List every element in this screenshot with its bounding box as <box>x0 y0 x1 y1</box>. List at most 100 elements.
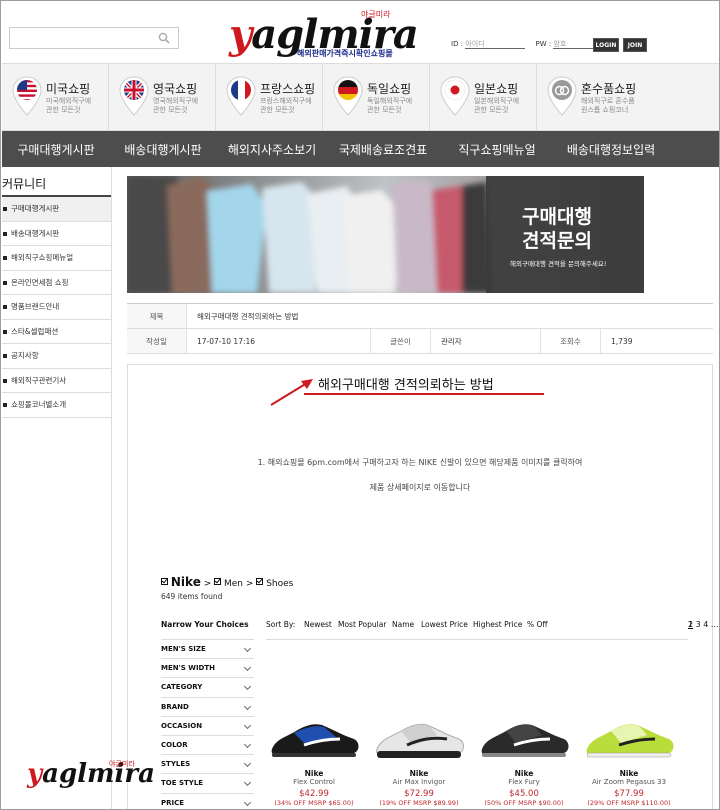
product-msrp: (34% OFF MSRP $65.00) <box>274 799 354 807</box>
content-paragraph-2: 제품 상세페이지로 이동합니다 <box>369 483 471 492</box>
footer-logo[interactable]: yaglmira 야글미라 <box>27 759 155 799</box>
nav-shopping-manual[interactable]: 직구쇼핑메뉴얼 <box>438 141 556 158</box>
product-brand: Nike <box>409 769 429 778</box>
sort-option[interactable]: Name <box>392 620 414 629</box>
article-views: 1,739 <box>611 337 633 346</box>
product-card[interactable]: Nike Air Max Invigor $72.99 (19% OFF MSR… <box>371 709 467 807</box>
banner-panel: 구매대행 견적문의 해외구매대행 견적을 문의해주세요! <box>486 176 644 293</box>
sidebar-item[interactable]: 해외직구쇼핑메뉴얼 <box>2 246 111 271</box>
join-button[interactable]: JOIN <box>623 38 647 52</box>
shoe-image <box>586 724 674 758</box>
sort-option[interactable]: Newest <box>304 620 332 629</box>
shoe-image <box>481 724 569 757</box>
usa-flag-icon <box>12 76 42 116</box>
banner-title-2: 견적문의 <box>522 230 592 252</box>
sort-label: Sort By: <box>266 620 296 629</box>
nav-shipping-info[interactable]: 배송대행정보입력 <box>556 141 666 158</box>
country-france[interactable]: 프랑스쇼핑 프랑스해외직구에 관한 모든것 <box>216 64 323 130</box>
country-nav: 미국쇼핑 미국해외직구에관한 모든것 영국쇼핑 영국해외직구에관한 모든것 <box>2 63 719 131</box>
sidebar-item[interactable]: 온라인면세점 쇼핑 <box>2 271 111 295</box>
country-desc: 영국해외직구에 관한 모든것 <box>153 97 199 114</box>
country-name: 영국쇼핑 <box>153 82 198 96</box>
product-card[interactable]: Nike Flex Control $42.99 (34% OFF MSRP $… <box>266 709 362 807</box>
content-heading: 해외구매대행 견적의뢰하는 방법 <box>318 378 494 393</box>
shop-breadcrumb: Nike > Men > Shoes <box>161 575 293 589</box>
product-model: Air Zoom Pegasus 33 <box>591 778 667 786</box>
country-desc: 해외직구로 혼수품 원스톱 쇼핑코너 <box>581 97 635 114</box>
sidebar-divider <box>111 167 112 809</box>
sort-option[interactable]: % Off <box>527 620 548 629</box>
country-germany[interactable]: 독일쇼핑 독일해외직구에 관한 모든것 <box>323 64 430 130</box>
nav-shipping-rates[interactable]: 국제배송료조견표 <box>328 141 438 158</box>
sidebar-item[interactable]: 해외직구관련기사 <box>2 369 111 393</box>
checkbox-icon <box>214 578 222 585</box>
page-links: 2 3 4 ... 7 › <box>688 620 719 629</box>
login-button[interactable]: LOGIN <box>593 38 619 52</box>
logo-korean: 야글미라 <box>361 10 391 19</box>
sidebar-item[interactable]: 스타&셀럽패션 <box>2 320 111 344</box>
main-nav: 구매대행게시판 배송대행게시판 해외지사주소보기 국제배송료조견표 직구쇼핑메뉴… <box>2 131 719 167</box>
filter-item[interactable]: STYLES <box>161 754 254 773</box>
banner-subtitle: 해외구매대행 견적을 문의해주세요! <box>510 260 607 268</box>
sidebar-item[interactable]: 쇼핑몰코너별소개 <box>2 393 111 418</box>
sidebar-item[interactable]: 명품브랜드안내 <box>2 295 111 320</box>
product-msrp: (29% OFF MSRP $110.00) <box>587 799 671 807</box>
sort-bar: Sort By: Newest Most Popular Name Lowest… <box>266 620 719 640</box>
product-price: $42.99 <box>299 789 329 799</box>
page-frame: yaglmira 야글미라 해외판매가격즉시확인쇼핑몰 ID : 아이디 PW … <box>0 0 720 810</box>
product-brand: Nike <box>304 769 324 778</box>
uk-flag-icon <box>119 76 149 116</box>
filter-item[interactable]: MEN'S SIZE <box>161 639 254 658</box>
filter-item[interactable]: OCCASION <box>161 715 254 735</box>
filter-item[interactable]: TOE STYLE <box>161 773 254 792</box>
product-card[interactable]: Nike Air Zoom Pegasus 33 $77.99 (29% OFF… <box>581 709 677 807</box>
country-uk[interactable]: 영국쇼핑 영국해외직구에 관한 모든것 <box>109 64 216 130</box>
nav-branch-address[interactable]: 해외지사주소보기 <box>216 141 328 158</box>
crumb-shoes[interactable]: Shoes <box>266 579 293 589</box>
checkbox-icon <box>256 578 264 585</box>
product-card[interactable]: Nike Flex Fury $45.00 (50% OFF MSRP $90.… <box>476 709 572 807</box>
date-label: 작성일 <box>127 329 187 353</box>
country-usa[interactable]: 미국쇼핑 미국해외직구에 관한 모든것 <box>2 64 109 130</box>
germany-flag-icon <box>333 76 363 116</box>
nav-shipping-board[interactable]: 배송대행게시판 <box>110 141 216 158</box>
checkbox-icon <box>161 578 168 585</box>
product-model: Air Max Invigor <box>392 778 446 786</box>
sort-option[interactable]: Highest Price <box>473 620 522 629</box>
id-label: ID : <box>451 40 464 48</box>
filter-item[interactable]: BRAND <box>161 696 254 716</box>
country-japan[interactable]: 일본쇼핑 일본해외직구에 관한 모든것 <box>430 64 537 130</box>
pw-label: PW : <box>535 40 552 48</box>
search-box[interactable] <box>9 27 179 51</box>
crumb-men[interactable]: Men <box>224 579 243 589</box>
article-date: 17-07-10 17:16 <box>187 329 371 353</box>
red-arrow-icon <box>270 379 313 406</box>
france-flag-icon <box>226 76 256 116</box>
heading-underline <box>304 393 544 395</box>
banner-title-1: 구매대행 <box>522 206 592 228</box>
sidebar-item[interactable]: 공지사항 <box>2 344 111 369</box>
id-field[interactable]: 아이디 <box>465 39 526 49</box>
filter-item[interactable]: COLOR <box>161 734 254 754</box>
nav-purchase-board[interactable]: 구매대행게시판 <box>2 141 110 158</box>
search-input[interactable] <box>10 30 150 51</box>
filter-item[interactable]: MEN'S WIDTH <box>161 658 254 677</box>
sidebar-title: 커뮤니티 <box>2 173 111 197</box>
subject-label: 제목 <box>127 304 187 328</box>
product-msrp: (19% OFF MSRP $89.99) <box>379 799 459 807</box>
country-desc: 프랑스해외직구에 관한 모든것 <box>260 97 312 114</box>
search-icon[interactable] <box>158 32 170 44</box>
product-price: $45.00 <box>509 789 539 799</box>
site-logo[interactable]: yaglmira 야글미라 해외판매가격즉시확인쇼핑몰 <box>229 7 419 59</box>
country-name: 독일쇼핑 <box>367 82 412 96</box>
sidebar-item[interactable]: 배송대행게시판 <box>2 222 111 246</box>
sort-option[interactable]: Most Popular <box>338 620 386 629</box>
sidebar: 커뮤니티 구매대행게시판 배송대행게시판 해외직구쇼핑메뉴얼 온라인면세점 쇼핑… <box>2 173 111 418</box>
country-wedding[interactable]: 혼수품쇼핑 해외직구로 혼수품 원스톱 쇼핑코너 <box>537 64 644 130</box>
narrow-title: Narrow Your Choices <box>161 620 249 629</box>
sort-option[interactable]: Lowest Price <box>421 620 468 629</box>
crumb-nike[interactable]: Nike <box>171 575 201 589</box>
sidebar-item[interactable]: 구매대행게시판 <box>2 197 111 222</box>
filter-item[interactable]: CATEGORY <box>161 677 254 696</box>
filter-item[interactable]: PRICE <box>161 792 254 810</box>
